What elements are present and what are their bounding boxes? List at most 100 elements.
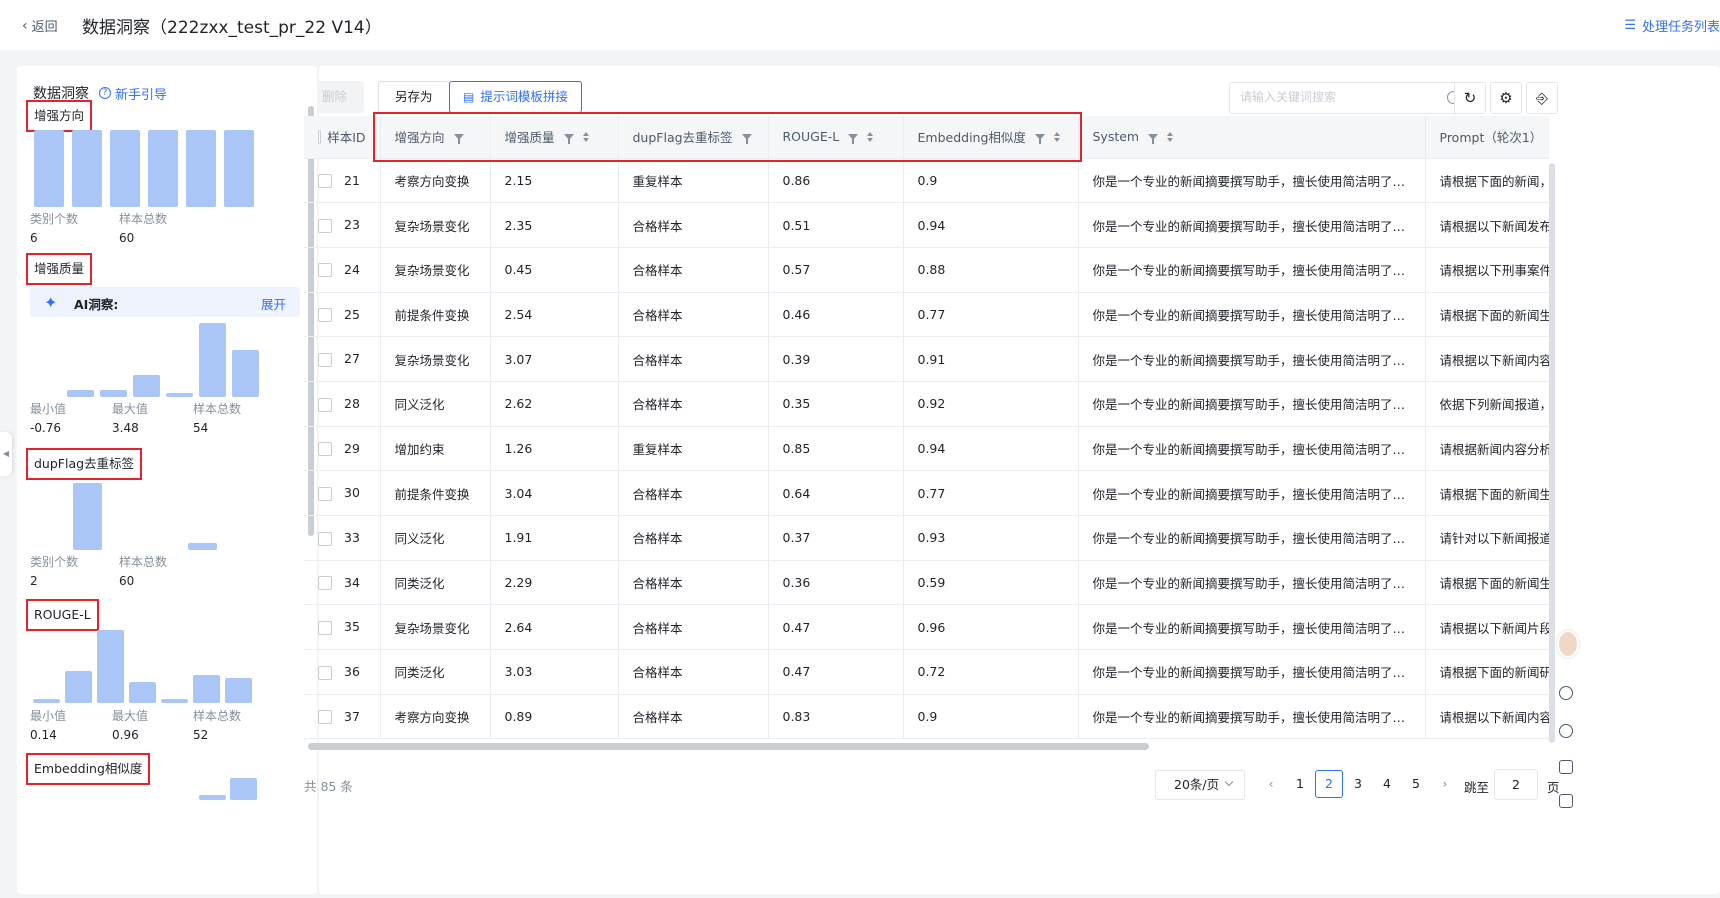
row-checkbox[interactable] xyxy=(318,620,332,635)
table-cell: 重复样本 xyxy=(618,426,769,472)
search-input[interactable] xyxy=(1240,90,1430,104)
back-button[interactable]: ‹ 返回 xyxy=(22,16,58,36)
table-row[interactable]: 33 同义泛化 1.91 合格样本 0.37 0.93 你是一个专业的新闻摘要撰写助手，擅长… xyxy=(304,515,1549,561)
refresh-button[interactable]: ↻ xyxy=(1454,82,1486,114)
row-checkbox[interactable] xyxy=(318,710,332,725)
table-row[interactable]: 23 复杂场景变化 2.35 合格样本 0.51 0.94 你是一个专业的新闻摘要撰写助手，… xyxy=(304,202,1549,248)
quality-sample-total: 样本总数 54 xyxy=(193,402,242,435)
sort-icon[interactable] xyxy=(582,131,589,142)
jump-input[interactable]: 2 xyxy=(1494,769,1538,800)
row-checkbox[interactable] xyxy=(318,531,332,546)
page-5[interactable]: 5 xyxy=(1402,770,1430,798)
cell-id: 36 xyxy=(304,649,381,695)
row-checkbox[interactable] xyxy=(318,352,332,367)
filter-icon[interactable] xyxy=(848,133,859,144)
prompt-template-button[interactable]: ▤ 提示词模板拼接 xyxy=(449,81,582,113)
panel-collapse-handle[interactable]: ◀ xyxy=(0,432,12,476)
filter-icon[interactable] xyxy=(453,133,464,144)
table-cell: 0.35 xyxy=(768,381,904,427)
rouge-sample-total: 样本总数 52 xyxy=(193,709,242,742)
filter-icon[interactable] xyxy=(1034,133,1045,144)
table-row[interactable]: 24 复杂场景变化 0.45 合格样本 0.57 0.88 你是一个专业的新闻摘要撰写助手，… xyxy=(304,247,1549,293)
sort-icon[interactable] xyxy=(867,131,874,142)
gear-icon: ⚙ xyxy=(1499,89,1513,107)
col-header-quality[interactable]: 增强质量 xyxy=(490,116,619,159)
feedback-icon[interactable] xyxy=(1559,760,1573,774)
table-vertical-scrollbar[interactable] xyxy=(1549,163,1555,743)
col-header-prompt[interactable]: Prompt（轮次1） xyxy=(1425,116,1549,159)
section-quality-label: 增强质量 xyxy=(26,253,93,285)
guide-label: 新手引导 xyxy=(115,87,168,103)
table-horizontal-scrollbar[interactable] xyxy=(308,743,1149,750)
table-row[interactable]: 29 增加约束 1.26 重复样本 0.85 0.94 你是一个专业的新闻摘要撰写助手，擅长… xyxy=(304,426,1549,472)
cell-id: 27 xyxy=(304,336,381,382)
table-row[interactable]: 37 考察方向变换 0.89 合格样本 0.83 0.9 你是一个专业的新闻摘要撰写助手，擅… xyxy=(304,694,1549,740)
page-2[interactable]: 2 xyxy=(1315,770,1343,798)
table-cell: 请根据下面的新闻生成 xyxy=(1425,560,1549,606)
col-header-dupflag[interactable]: dupFlag去重标签 xyxy=(618,116,769,159)
table-row[interactable]: 27 复杂场景变化 3.07 合格样本 0.39 0.91 你是一个专业的新闻摘要撰写助手，… xyxy=(304,336,1549,382)
task-list-link[interactable]: ☰ 处理任务列表 xyxy=(1624,16,1720,35)
col-header-direction[interactable]: 增强方向 xyxy=(380,116,491,159)
row-checkbox[interactable] xyxy=(318,263,332,278)
table-cell: 0.94 xyxy=(903,202,1079,248)
help-icon[interactable] xyxy=(1559,724,1573,738)
row-checkbox[interactable] xyxy=(318,665,332,680)
filter-icon[interactable] xyxy=(1148,133,1159,144)
prev-page-button[interactable]: ‹ xyxy=(1257,770,1285,798)
row-checkbox[interactable] xyxy=(318,174,332,189)
table-cell: 你是一个专业的新闻摘要撰写助手，擅长使用简洁明了的语言来... xyxy=(1078,247,1426,293)
sort-icon[interactable] xyxy=(1167,131,1174,142)
avatar[interactable] xyxy=(1557,630,1579,658)
save-as-button[interactable]: 另存为 xyxy=(378,81,450,113)
table-row[interactable]: 25 前提条件变换 2.54 合格样本 0.46 0.77 你是一个专业的新闻摘要撰写助手，… xyxy=(304,292,1549,338)
search-box[interactable] xyxy=(1229,82,1469,114)
chat-icon[interactable] xyxy=(1559,686,1573,700)
delete-button[interactable]: 删除 xyxy=(319,81,365,113)
page-1[interactable]: 1 xyxy=(1286,770,1314,798)
table-row[interactable]: 36 同类泛化 3.03 合格样本 0.47 0.72 你是一个专业的新闻摘要撰写助手，擅长… xyxy=(304,649,1549,695)
table-cell: 0.85 xyxy=(768,426,904,472)
page-3[interactable]: 3 xyxy=(1344,770,1372,798)
filter-icon[interactable] xyxy=(563,133,574,144)
table-cell: 合格样本 xyxy=(618,649,769,695)
table-row[interactable]: 35 复杂场景变化 2.64 合格样本 0.47 0.96 你是一个专业的新闻摘要撰写助手，… xyxy=(304,604,1549,651)
task-list-label: 处理任务列表 xyxy=(1641,20,1720,35)
data-table: 样本ID 增强方向 增强质量 dupFlag去重标签 ROUGE-L Embed… xyxy=(304,116,1549,740)
sort-icon[interactable] xyxy=(1053,131,1060,142)
row-checkbox[interactable] xyxy=(318,486,332,501)
table-row[interactable]: 34 同类泛化 2.29 合格样本 0.36 0.59 你是一个专业的新闻摘要撰写助手，擅长… xyxy=(304,560,1549,606)
table-cell: 0.72 xyxy=(903,649,1079,695)
col-header-rouge[interactable]: ROUGE-L xyxy=(768,116,904,159)
table-row[interactable]: 30 前提条件变换 3.04 合格样本 0.64 0.77 你是一个专业的新闻摘要撰写助手，… xyxy=(304,470,1549,516)
table-cell: 0.39 xyxy=(768,336,904,382)
ai-expand-link[interactable]: 展开 xyxy=(261,294,286,313)
table-row[interactable]: 21 考察方向变换 2.15 重复样本 0.86 0.9 你是一个专业的新闻摘要撰写助手，擅… xyxy=(304,158,1549,204)
table-cell: 合格样本 xyxy=(618,247,769,293)
col-header-system[interactable]: System xyxy=(1078,116,1426,159)
table-cell: 你是一个专业的新闻摘要撰写助手，擅长使用简洁明了的语言来... xyxy=(1078,158,1426,204)
row-checkbox[interactable] xyxy=(318,442,332,457)
settings-button[interactable]: ⚙ xyxy=(1490,82,1522,114)
filter-icon[interactable] xyxy=(741,133,752,144)
histogram-bar xyxy=(33,698,60,703)
row-checkbox[interactable] xyxy=(318,576,332,591)
table-cell: 合格样本 xyxy=(618,292,769,338)
row-checkbox[interactable] xyxy=(318,397,332,412)
page-size-label: 20条/页 xyxy=(1174,777,1220,792)
page-size-select[interactable]: 20条/页 xyxy=(1155,770,1245,800)
row-checkbox[interactable] xyxy=(318,218,332,233)
row-checkbox[interactable] xyxy=(318,308,332,323)
grid-icon[interactable] xyxy=(1559,794,1573,808)
col-header-embedding[interactable]: Embedding相似度 xyxy=(903,116,1079,159)
histogram-bar xyxy=(72,130,102,207)
next-page-button[interactable]: › xyxy=(1431,770,1459,798)
table-cell: 请根据新闻内容分析并 xyxy=(1425,426,1549,472)
export-button[interactable]: ⎆ xyxy=(1526,82,1558,114)
table-row[interactable]: 28 同义泛化 2.62 合格样本 0.35 0.92 你是一个专业的新闻摘要撰写助手，擅长… xyxy=(304,381,1549,427)
guide-link[interactable]: ? 新手引导 xyxy=(99,84,167,103)
list-icon: ☰ xyxy=(1624,18,1636,33)
rouge-max: 最大值 0.96 xyxy=(112,709,149,742)
select-all-checkbox[interactable] xyxy=(318,129,322,144)
page-4[interactable]: 4 xyxy=(1373,770,1401,798)
